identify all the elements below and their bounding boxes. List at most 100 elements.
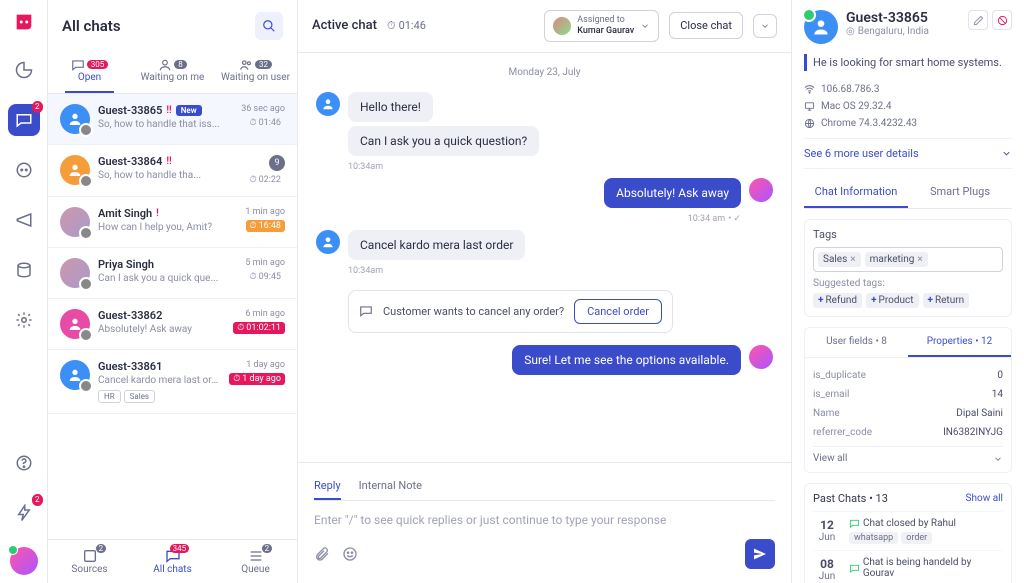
past-chats-section: Past Chats • 13 Show all 12Jun Chat clos…	[804, 483, 1012, 583]
chat-icon	[849, 518, 860, 529]
campaigns-icon[interactable]	[8, 204, 40, 236]
guest-avatar-icon	[316, 230, 340, 254]
list-title: All chats	[62, 17, 121, 35]
property-row: referrer_codeIN6382INYJG	[813, 423, 1003, 442]
tags-input[interactable]: Sales× marketing×	[813, 247, 1003, 272]
app-logo	[10, 8, 38, 36]
chevron-down-icon	[1001, 148, 1012, 159]
chat-header: Active chat ⏱ 01:46 Assigned toKumar Gau…	[298, 0, 791, 53]
desktop-icon	[804, 101, 815, 112]
nav-queue[interactable]: 2 Queue	[214, 540, 297, 583]
assignee-dropdown[interactable]: Assigned toKumar Gaurav	[544, 10, 659, 42]
bolt-badge: 2	[32, 494, 43, 506]
assignee-avatar-icon	[553, 17, 571, 35]
tab-chat-info[interactable]: Chat Information	[804, 177, 908, 208]
suggested-tag[interactable]: +Refund	[813, 293, 862, 308]
database-icon[interactable]	[8, 254, 40, 286]
more-details-link[interactable]: See 6 more user details	[804, 138, 1012, 169]
edit-button[interactable]	[968, 10, 988, 30]
chat-item[interactable]: Guest-33864!! So, how to handle tha... 9…	[48, 145, 297, 197]
view-all-properties[interactable]: View all	[813, 446, 1003, 464]
guest-avatar-icon	[60, 309, 90, 339]
property-row: NameDipal Saini	[813, 404, 1003, 423]
past-chat-item[interactable]: 12Jun Chat closed by Rahul whatsapporder	[813, 511, 1003, 550]
chat-icon	[849, 563, 860, 574]
wifi-icon	[804, 84, 815, 95]
tags-section: Tags Sales× marketing× Suggested tags: +…	[804, 219, 1012, 317]
bottom-nav: 2 Sources 345 All chats 2 Queue	[48, 539, 297, 583]
chat-item[interactable]: Guest-33862 Absolutely! Ask away 6 min a…	[48, 299, 297, 350]
tag-chip: marketing×	[865, 252, 928, 267]
chat-item[interactable]: Guest-33861 Cancel kardo mera last order…	[48, 350, 297, 414]
chevron-down-icon	[993, 454, 1003, 464]
settings-icon[interactable]	[8, 304, 40, 336]
meta-ip: 106.68.786.3	[804, 84, 1012, 95]
user-avatar[interactable]	[10, 547, 38, 575]
contact-avatar-icon	[804, 10, 838, 44]
message-bubble: Can I ask you a quick question?	[348, 126, 539, 156]
attach-icon[interactable]	[314, 546, 330, 562]
bolt-icon[interactable]: 2	[8, 497, 40, 529]
tag-remove[interactable]: ×	[917, 254, 922, 265]
message-bubble: Absolutely! Ask away	[604, 178, 741, 208]
cancel-order-button[interactable]: Cancel order	[574, 299, 662, 324]
emoji-icon[interactable]	[342, 546, 358, 562]
tab-internal-note[interactable]: Internal Note	[359, 473, 422, 500]
dashboard-icon[interactable]	[8, 54, 40, 86]
guest-avatar-icon	[60, 360, 90, 390]
tab-user-fields[interactable]: User fields • 8	[805, 328, 908, 357]
send-button[interactable]	[745, 539, 775, 569]
meta-browser: Chrome 74.3.4232.43	[804, 118, 1012, 129]
user-avatar-icon	[60, 207, 90, 237]
chat-item[interactable]: Guest-33865!!New So, how to handle that …	[48, 94, 297, 145]
chat-timer: ⏱ 01:46	[387, 19, 426, 33]
tag-chip: Sales×	[818, 252, 861, 267]
suggested-tag[interactable]: +Return	[923, 293, 970, 308]
date-separator: Monday 23, July	[316, 67, 773, 78]
tab-reply[interactable]: Reply	[314, 473, 341, 500]
contact-note: He is looking for smart home systems.	[804, 54, 1012, 71]
conversations-icon[interactable]	[8, 154, 40, 186]
message-bubble: Cancel kardo mera last order	[348, 230, 525, 260]
property-row: is_email14	[813, 385, 1003, 404]
tab-properties[interactable]: Properties • 12	[908, 328, 1011, 357]
guest-avatar-icon	[316, 92, 340, 116]
close-chat-menu[interactable]	[753, 14, 777, 38]
past-chat-item[interactable]: 08Jun Chat is being handeld by Gourav	[813, 550, 1003, 583]
suggested-tag[interactable]: +Product	[866, 293, 918, 308]
nav-allchats[interactable]: 345 All chats	[131, 540, 214, 583]
tag-remove[interactable]: ×	[850, 254, 855, 265]
chats-badge: 2	[32, 101, 43, 113]
tab-waiting-user[interactable]: 32 Waiting on user	[214, 52, 297, 93]
block-button[interactable]	[992, 10, 1012, 30]
guest-avatar-icon	[60, 155, 90, 185]
message-time: 10:34 am • ✓	[688, 214, 741, 224]
property-row: is_duplicate0	[813, 366, 1003, 385]
globe-icon	[804, 118, 815, 129]
message-time: 10:34am	[348, 266, 525, 276]
user-avatar-icon	[60, 258, 90, 288]
contact-name: Guest-33865	[846, 10, 929, 26]
chat-item[interactable]: Priya Singh Can I ask you a quick que...…	[48, 248, 297, 299]
meta-os: Mac OS 29.32.4	[804, 101, 1012, 112]
message-bubble: Sure! Let me see the options available.	[512, 345, 741, 375]
search-button[interactable]	[255, 12, 283, 40]
tab-smart-plugs[interactable]: Smart Plugs	[908, 177, 1012, 208]
message-bubble: Hello there!	[348, 92, 433, 122]
close-chat-button[interactable]: Close chat	[669, 12, 743, 39]
message-input[interactable]	[314, 501, 775, 539]
chat-items: Guest-33865!!New So, how to handle that …	[48, 94, 297, 539]
tab-open[interactable]: 305 Open	[48, 52, 131, 93]
show-all-link[interactable]: Show all	[966, 493, 1003, 504]
chat-item[interactable]: Amit Singh! How can I help you, Amit? 1 …	[48, 197, 297, 248]
nav-sources[interactable]: 2 Sources	[48, 540, 131, 583]
help-icon[interactable]	[8, 447, 40, 479]
chats-nav[interactable]: 2	[8, 104, 40, 136]
message-time: 10:34am	[348, 162, 539, 172]
tab-waiting-me[interactable]: 8 Waiting on me	[131, 52, 214, 93]
composer: Reply Internal Note	[298, 462, 791, 583]
action-card: Customer wants to cancel any order? Canc…	[348, 290, 673, 333]
chat-icon	[359, 304, 373, 318]
nav-rail: 2 2	[0, 0, 48, 583]
contact-location: ◎ Bengaluru, India	[846, 26, 929, 37]
